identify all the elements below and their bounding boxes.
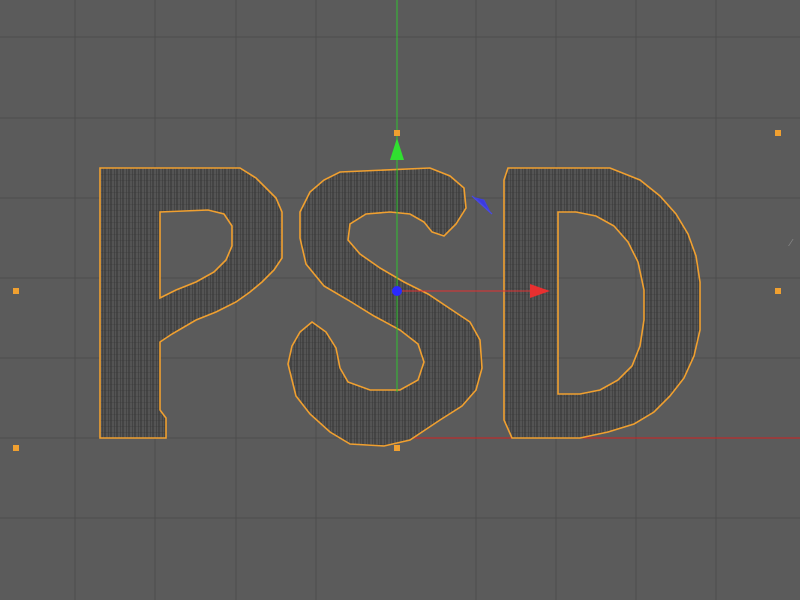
edge-marker-icon: ⁄	[788, 238, 794, 249]
3d-viewport[interactable]: ⁄	[0, 0, 800, 600]
letter-s-mesh[interactable]	[287, 167, 483, 447]
pivot-center-icon[interactable]	[392, 286, 402, 296]
letter-p-mesh[interactable]	[99, 167, 283, 439]
handle-left	[13, 288, 19, 294]
viewport-canvas[interactable]: ⁄	[0, 0, 800, 600]
letter-d-mesh[interactable]	[503, 167, 701, 439]
handle-bottom-left	[13, 445, 19, 451]
handle-right	[775, 288, 781, 294]
handle-top	[394, 130, 400, 136]
move-y-arrow-icon[interactable]	[390, 138, 404, 160]
handle-bottom	[394, 445, 400, 451]
handle-top-right	[775, 130, 781, 136]
